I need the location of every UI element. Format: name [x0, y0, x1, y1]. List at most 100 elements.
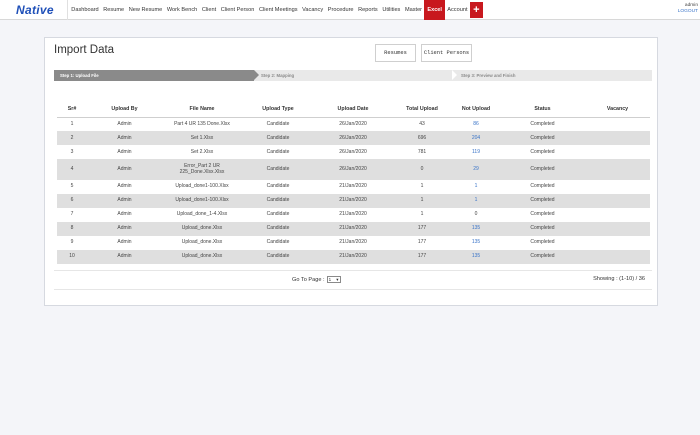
col-sr[interactable]: Sr# [57, 101, 87, 118]
table-row: 6 Admin Upload_done1-100.Xlsx Candidate … [57, 193, 650, 208]
col-upload-by[interactable]: Upload By [87, 101, 162, 118]
nav-reports[interactable]: Reports [356, 0, 380, 20]
nav-new-resume[interactable]: New Resume [126, 0, 164, 20]
cell-vacancy [585, 159, 650, 180]
cell-total-upload: 177 [392, 249, 452, 264]
step-arrow-icon [254, 70, 259, 80]
nav-master[interactable]: Master [403, 0, 425, 20]
nav-account[interactable]: Account [445, 0, 470, 20]
table-row: 7 Admin Upload_done_1-4.Xlsx Candidate 2… [57, 207, 650, 222]
nav-excel[interactable]: Excel [424, 0, 445, 20]
cell-total-upload: 781 [392, 145, 452, 159]
logout-link[interactable]: LOGOUT [678, 9, 698, 15]
nav-client[interactable]: Client [200, 0, 219, 20]
cell-vacancy [585, 179, 650, 194]
cell-sr: 3 [57, 145, 87, 159]
cell-not-upload-link[interactable]: 29 [452, 159, 500, 180]
top-navbar: Native Dashboard Resume New Resume Work … [0, 0, 700, 20]
cell-file-name: Upload_done.Xlsx [162, 221, 242, 236]
table-row: 1 Admin Part 4 UR 135 Done.Xlsx Candidat… [57, 117, 650, 131]
table-row: 3 Admin Set 2.Xlsx Candidate 26/Jan/2020… [57, 145, 650, 159]
col-status[interactable]: Status [500, 101, 585, 118]
cell-sr: 5 [57, 179, 87, 194]
table-row: 2 Admin Set 1.Xlsx Candidate 26/Jan/2020… [57, 131, 650, 145]
nav-resume[interactable]: Resume [101, 0, 126, 20]
cell-not-upload-link[interactable]: 135 [452, 235, 500, 250]
cell-not-upload: 0 [452, 207, 500, 222]
page-select[interactable]: 1 ▾ [326, 276, 341, 283]
main-nav: Dashboard Resume New Resume Work Bench C… [69, 0, 483, 20]
cell-upload-by: Admin [87, 131, 162, 145]
cell-vacancy [585, 221, 650, 236]
cell-sr: 9 [57, 235, 87, 250]
step-mapping[interactable]: Step 2: Mapping [261, 70, 294, 81]
cell-upload-date: 21/Jan/2020 [314, 235, 392, 250]
cell-upload-type: Candidate [242, 117, 314, 131]
col-upload-type[interactable]: Upload Type [242, 101, 314, 118]
cell-status: Completed [500, 207, 585, 222]
cell-not-upload-link[interactable]: 135 [452, 221, 500, 236]
cell-not-upload-link[interactable]: 135 [452, 249, 500, 264]
cell-sr: 1 [57, 117, 87, 131]
chevron-down-icon: ▾ [336, 276, 339, 282]
nav-utilities[interactable]: Utilities [380, 0, 403, 20]
cell-not-upload-link[interactable]: 86 [452, 117, 500, 131]
cell-file-name: Error_Part 2 UR 225_Done.Xlsx.Xlsx [162, 159, 242, 180]
cell-file-name: Upload_done1-100.Xlsx [162, 193, 242, 208]
resumes-button[interactable]: Resumes [375, 44, 416, 62]
cell-upload-date: 26/Jan/2020 [314, 145, 392, 159]
nav-work-bench[interactable]: Work Bench [165, 0, 200, 20]
cell-file-name: Upload_done.Xlsx [162, 235, 242, 250]
cell-upload-type: Candidate [242, 159, 314, 180]
cell-upload-date: 26/Jan/2020 [314, 131, 392, 145]
col-total-upload[interactable]: Total Upload [392, 101, 452, 118]
cell-upload-by: Admin [87, 117, 162, 131]
table-row: 8 Admin Upload_done.Xlsx Candidate 21/Ja… [57, 221, 650, 236]
cell-upload-by: Admin [87, 249, 162, 264]
cell-upload-type: Candidate [242, 131, 314, 145]
cell-file-name: Part 4 UR 135 Done.Xlsx [162, 117, 242, 131]
cell-upload-by: Admin [87, 145, 162, 159]
cell-upload-type: Candidate [242, 179, 314, 194]
nav-client-meetings[interactable]: Client Meetings [257, 0, 300, 20]
page-title: Import Data [54, 44, 115, 56]
cell-upload-date: 21/Jan/2020 [314, 193, 392, 208]
cell-vacancy [585, 193, 650, 208]
cell-not-upload-link[interactable]: 119 [452, 145, 500, 159]
nav-client-person[interactable]: Client Person [218, 0, 256, 20]
plus-icon: + [473, 3, 480, 16]
app-logo[interactable]: Native [16, 3, 54, 17]
col-file-name[interactable]: File Name [162, 101, 242, 118]
cell-file-name: Set 1.Xlsx [162, 131, 242, 145]
col-vacancy[interactable]: Vacancy [585, 101, 650, 118]
cell-sr: 8 [57, 221, 87, 236]
client-persons-button[interactable]: Client Persons [421, 44, 472, 62]
cell-total-upload: 43 [392, 117, 452, 131]
add-new-button[interactable]: + [469, 2, 483, 18]
cell-vacancy [585, 145, 650, 159]
cell-vacancy [585, 207, 650, 222]
cell-not-upload-link[interactable]: 1 [452, 193, 500, 208]
step-preview-finish[interactable]: Step 3: Preview and Finish [461, 70, 515, 81]
nav-dashboard[interactable]: Dashboard [69, 0, 101, 20]
cell-vacancy [585, 235, 650, 250]
cell-total-upload: 1 [392, 179, 452, 194]
cell-file-name: Upload_done1-100.Xlsx [162, 179, 242, 194]
cell-total-upload: 696 [392, 131, 452, 145]
col-not-upload[interactable]: Not Upload [452, 101, 500, 118]
cell-upload-type: Candidate [242, 235, 314, 250]
cell-status: Completed [500, 159, 585, 180]
col-upload-date[interactable]: Upload Date [314, 101, 392, 118]
cell-upload-type: Candidate [242, 207, 314, 222]
cell-upload-type: Candidate [242, 145, 314, 159]
cell-status: Completed [500, 193, 585, 208]
cell-upload-date: 21/Jan/2020 [314, 249, 392, 264]
nav-procedure[interactable]: Procedure [325, 0, 355, 20]
cell-vacancy [585, 117, 650, 131]
nav-vacancy[interactable]: Vacancy [300, 0, 326, 20]
step-upload-file[interactable]: Step 1: Upload File [54, 70, 254, 81]
cell-not-upload-link[interactable]: 1 [452, 179, 500, 194]
cell-total-upload: 0 [392, 159, 452, 180]
wizard-steps: Step 1: Upload File Step 2: Mapping Step… [54, 70, 652, 81]
cell-not-upload-link[interactable]: 204 [452, 131, 500, 145]
